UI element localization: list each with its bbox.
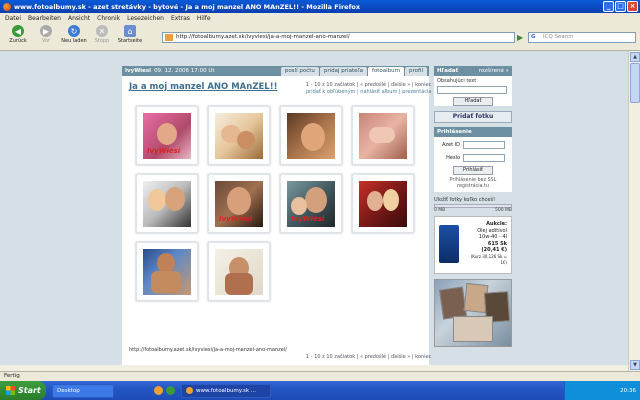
window-title: www.fotoalbumy.sk - azet stretávky - byt… xyxy=(14,2,361,11)
reload-button[interactable]: ↻ Neu laden xyxy=(60,23,88,49)
azet-id-label: Azet ID xyxy=(442,142,460,148)
clock[interactable]: 20:36 xyxy=(620,388,636,394)
photo-thumb[interactable]: IvyWiesi xyxy=(280,174,342,233)
tab-posli-poctu[interactable]: poslí počtu xyxy=(280,67,319,76)
reload-icon: ↻ xyxy=(68,25,80,37)
album-links[interactable]: pridať k obľúbeným | nahlásiť album | pr… xyxy=(306,89,432,95)
window-titlebar: www.fotoalbumy.sk - azet stretávky - byt… xyxy=(0,0,640,13)
home-button[interactable]: ⌂ Startseite xyxy=(116,23,144,49)
photo-thumb[interactable] xyxy=(208,106,270,165)
sidebar: Hľadať rozšírené » Obsahujúci text Hľadať… xyxy=(434,66,512,371)
windows-logo-icon xyxy=(6,386,15,395)
site-favicon xyxy=(165,34,173,41)
taskbar-firefox-window[interactable]: www.fotoalbumy.sk ... xyxy=(181,383,271,398)
album-header: IvyWiesi 09. 12. 2006 17:00 Ut poslí poč… xyxy=(122,66,429,76)
menu-extras[interactable]: Extras xyxy=(171,15,190,22)
firefox-icon xyxy=(186,387,193,394)
password-label: Heslo xyxy=(446,155,460,161)
ad-note: (Kurz 30,126 Sk = 1€) xyxy=(470,253,507,266)
register-link[interactable]: registrácia.tu xyxy=(434,184,512,190)
stop-button[interactable]: ✕ Stopp xyxy=(88,23,116,49)
photo-thumb[interactable] xyxy=(352,174,414,233)
menu-bar: Datei Bearbeiten Ansicht Chronik Lesezei… xyxy=(0,13,640,23)
system-tray: 20:36 xyxy=(564,381,640,400)
search-engine-icon: G xyxy=(531,34,536,40)
usage-max: 500 MB xyxy=(495,208,512,213)
back-arrow-icon: ◀ xyxy=(12,25,24,37)
photo-thumb[interactable]: IvyWiesi xyxy=(208,174,270,233)
album-date: 09. 12. 2006 17:00 Ut xyxy=(154,68,215,74)
firefox-quicklaunch-icon[interactable] xyxy=(154,386,163,395)
scroll-thumb[interactable] xyxy=(630,63,640,103)
scroll-up-icon[interactable]: ▲ xyxy=(630,52,640,62)
login-button[interactable]: Prihlásiť xyxy=(453,166,493,175)
advanced-search-link[interactable]: rozšírené » xyxy=(479,66,509,76)
search-label: Obsahujúci text xyxy=(437,78,477,84)
photo-thumb[interactable] xyxy=(208,242,270,301)
menu-hilfe[interactable]: Hilfe xyxy=(197,15,211,22)
vertical-scrollbar[interactable]: ▲ ▼ xyxy=(628,51,640,371)
login-box: Prihlásenie Azet ID Heslo Prihlásiť Prih… xyxy=(434,127,512,192)
search-box: Hľadať rozšírené » Obsahujúci text Hľadať xyxy=(434,66,512,106)
app-quicklaunch-icon[interactable] xyxy=(166,386,175,395)
start-button[interactable]: Start xyxy=(0,381,46,400)
close-button[interactable]: × xyxy=(627,1,638,12)
back-button[interactable]: ◀ Zurück xyxy=(4,23,32,49)
menu-datei[interactable]: Datei xyxy=(5,15,21,22)
taskbar-desktop[interactable]: Desktop xyxy=(52,383,114,398)
add-photo-button[interactable]: Pridať fotku xyxy=(434,111,512,123)
tab-fotoalbum[interactable]: fotoalbum xyxy=(367,67,404,76)
photo-thumb[interactable] xyxy=(280,106,342,165)
taskbar: Start Desktop www.fotoalbumy.sk ... 20:3… xyxy=(0,381,640,400)
stop-icon: ✕ xyxy=(96,25,108,37)
photo-thumb[interactable] xyxy=(136,174,198,233)
auction-ad[interactable]: Aukcie: Olej aditívol 10w-40 - 4l 615 Sk… xyxy=(434,216,512,274)
search-title: Hľadať xyxy=(437,68,459,74)
forward-button[interactable]: ▶ Vor xyxy=(32,23,60,49)
pagination-bottom[interactable]: 1 - 10 z 10 začiatok | « predošlé | ďalš… xyxy=(306,354,431,360)
minimize-button[interactable]: _ xyxy=(603,1,614,12)
photo-thumb[interactable]: IvyWiesi xyxy=(136,106,198,165)
menu-ansicht[interactable]: Ansicht xyxy=(68,15,90,22)
go-icon[interactable]: ▶ xyxy=(517,32,526,43)
photo-thumb[interactable] xyxy=(136,242,198,301)
album-user[interactable]: IvyWiesi xyxy=(125,68,151,74)
usage-min: 0 MB xyxy=(434,208,446,213)
page-content: IvyWiesi 09. 12. 2006 17:00 Ut poslí poč… xyxy=(0,51,628,371)
album-url: http://fotoalbumy.azet.sk/ivyviesi/ja-a-… xyxy=(129,347,287,353)
photo-thumb[interactable] xyxy=(352,106,414,165)
url-input[interactable]: http://fotoalbumy.azet.sk/ivyviesi/ja-a-… xyxy=(162,32,515,43)
menu-chronik[interactable]: Chronik xyxy=(97,15,120,22)
tab-profil[interactable]: profil xyxy=(405,67,427,76)
firefox-icon xyxy=(3,2,11,11)
menu-lesezeichen[interactable]: Lesezeichen xyxy=(127,15,164,22)
tab-pridaj-priatela[interactable]: pridaj priateľa xyxy=(319,67,367,76)
scroll-down-icon[interactable]: ▼ xyxy=(630,360,640,370)
azet-id-input[interactable] xyxy=(463,141,505,149)
status-bar: Fertig xyxy=(0,371,640,381)
search-input[interactable]: G ICQ Search xyxy=(528,32,636,43)
banner-image[interactable] xyxy=(434,279,512,347)
album-title[interactable]: Ja a moj manzel ANO MAnZEL!! xyxy=(129,82,277,92)
pagination-top[interactable]: 1 - 10 z 10 začiatok | « predošlé | ďalš… xyxy=(306,82,431,88)
login-title: Prihlásenie xyxy=(434,127,512,137)
sidebar-search-input[interactable] xyxy=(437,86,507,94)
oil-can-image xyxy=(439,225,459,263)
quick-launch xyxy=(154,386,175,395)
usage-label: Uložiť fotky koľko chceš! xyxy=(434,197,496,203)
password-input[interactable] xyxy=(463,154,505,162)
menu-bearbeiten[interactable]: Bearbeiten xyxy=(28,15,61,22)
sidebar-search-button[interactable]: Hľadať xyxy=(453,97,493,106)
maximize-button[interactable]: □ xyxy=(615,1,626,12)
photo-grid: IvyWiesi IvyWiesi IvyWiesi xyxy=(136,106,414,301)
home-icon: ⌂ xyxy=(124,25,136,37)
forward-arrow-icon: ▶ xyxy=(40,25,52,37)
